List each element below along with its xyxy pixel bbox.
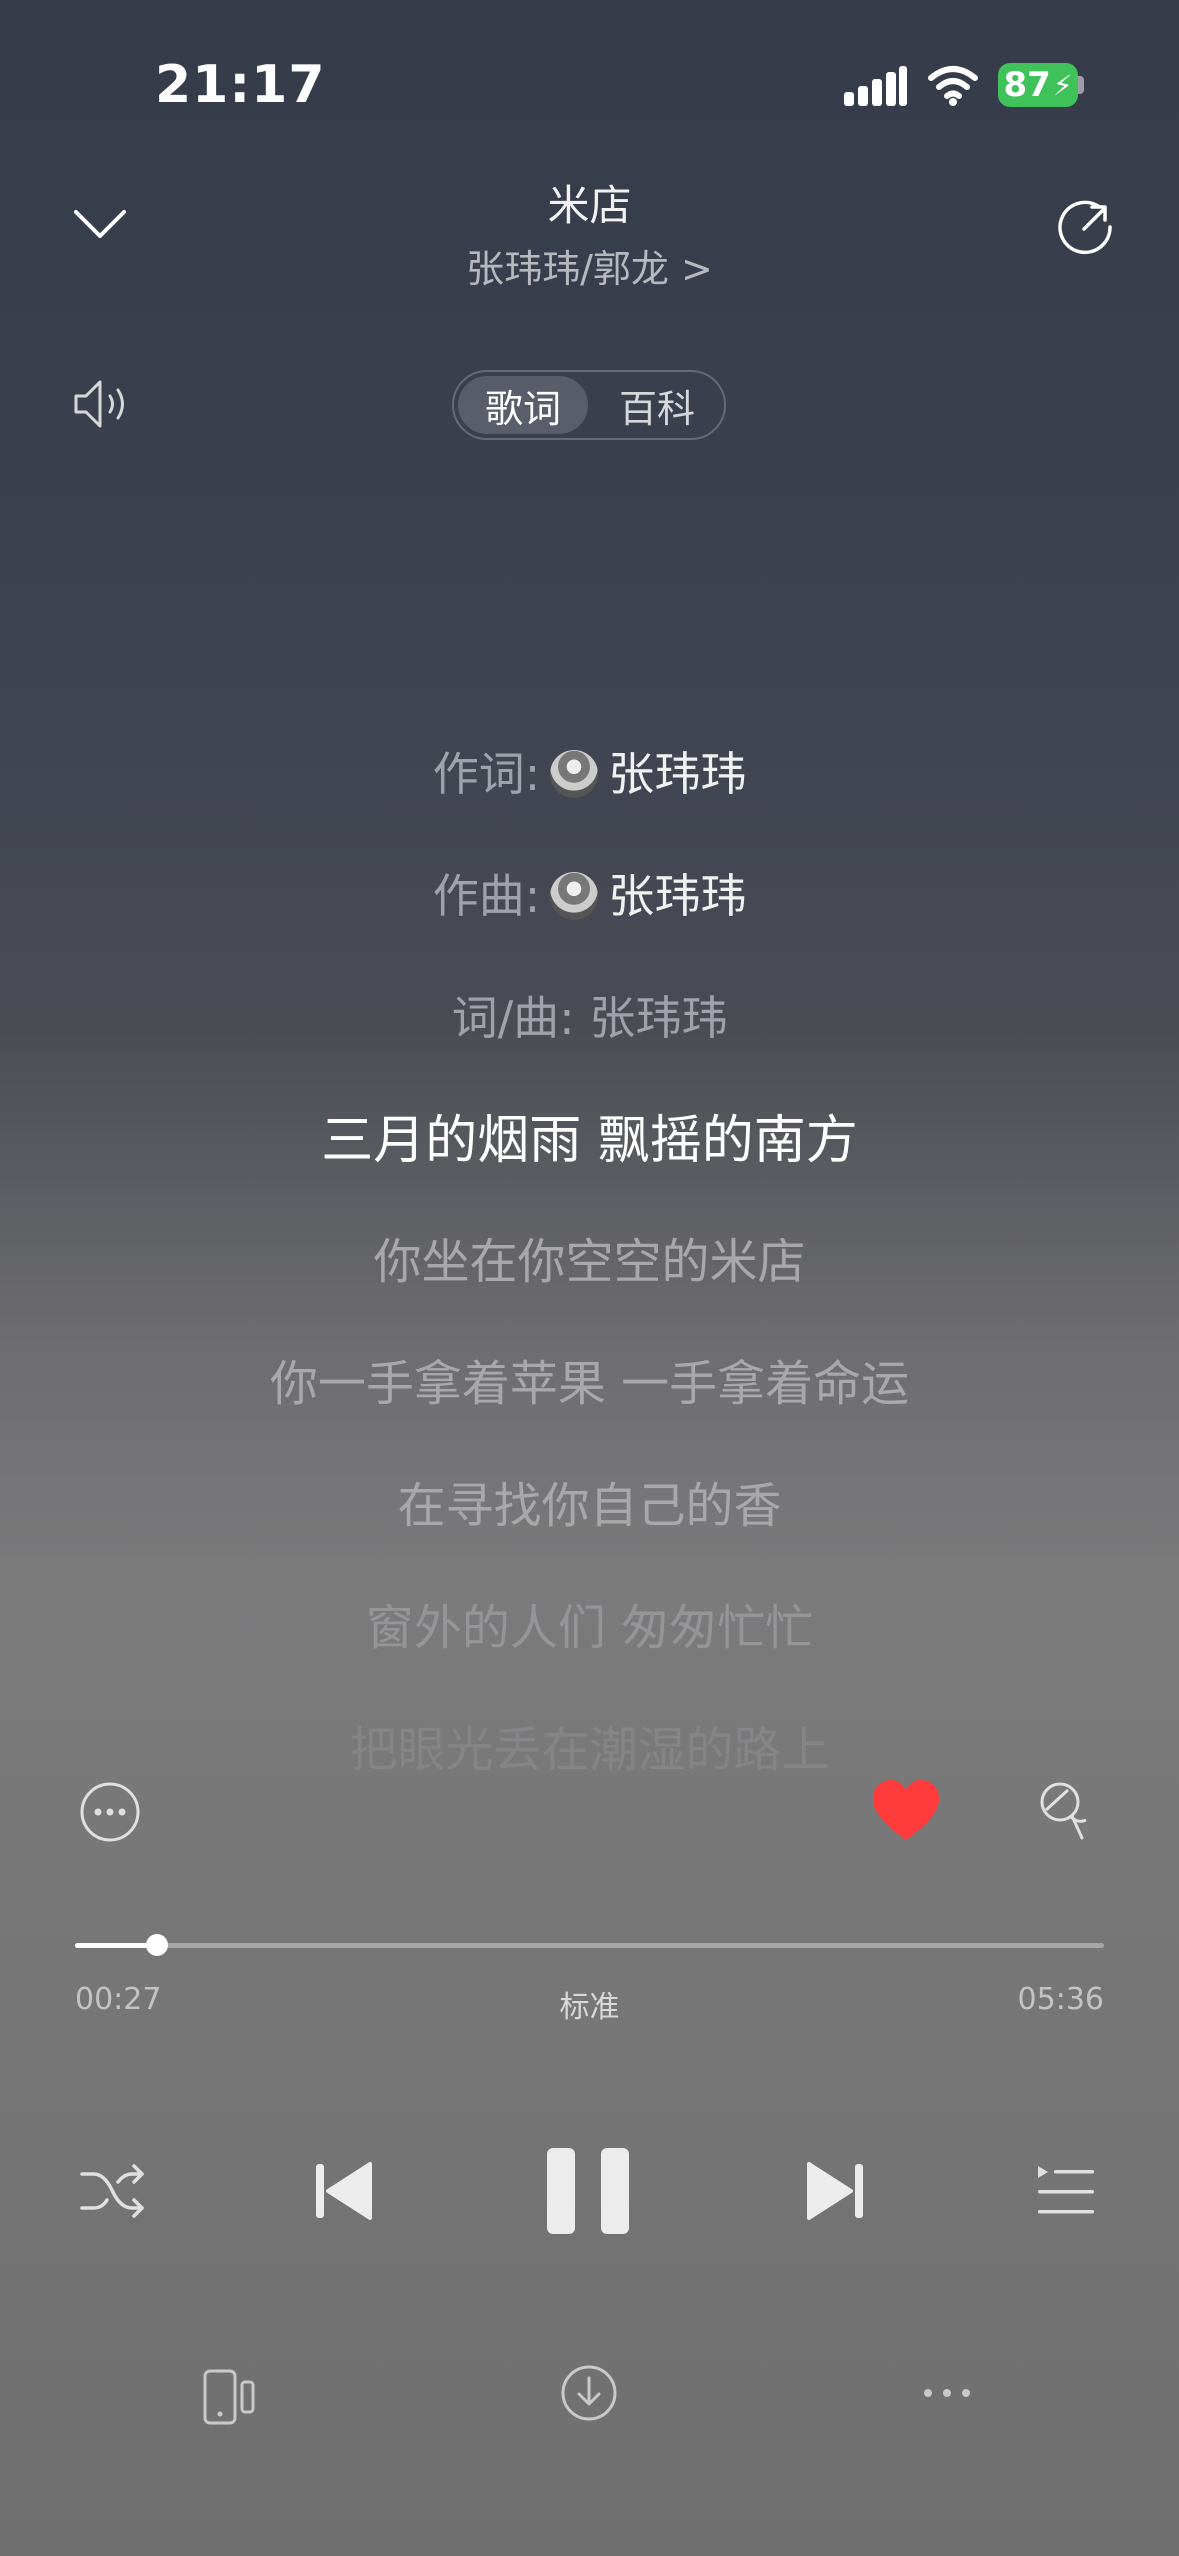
lyric-line[interactable]: 你一手拿着苹果 一手拿着命运	[0, 1344, 1179, 1414]
device-icon[interactable]	[202, 2368, 256, 2426]
next-icon[interactable]	[805, 2158, 867, 2224]
cellular-signal-icon	[844, 66, 907, 106]
more-circle-icon[interactable]	[80, 1782, 140, 1842]
lyric-line[interactable]: 你坐在你空空的米店	[0, 1222, 1179, 1292]
progress-fill	[75, 1943, 157, 1948]
heart-icon[interactable]	[871, 1778, 941, 1844]
lyricist-name[interactable]: 张玮玮	[608, 747, 746, 801]
credit-composer: 作曲: 张玮玮	[432, 869, 747, 923]
more-horizontal-icon[interactable]	[922, 2386, 972, 2400]
credit-lyricist: 作词: 张玮玮	[432, 747, 747, 801]
volume-icon[interactable]	[72, 376, 134, 432]
share-icon[interactable]	[1054, 196, 1116, 258]
quality-toggle[interactable]: 标准	[0, 1982, 1179, 2026]
progress-thumb[interactable]	[146, 1934, 168, 1956]
composer-name[interactable]: 张玮玮	[608, 869, 746, 923]
song-title: 米店	[547, 181, 632, 230]
tab-encyclopedia[interactable]: 百科	[596, 376, 718, 434]
mic-icon[interactable]	[1034, 1780, 1090, 1844]
playlist-icon[interactable]	[1036, 2162, 1096, 2220]
lyric-line[interactable]: 把眼光丢在潮湿的路上	[0, 1710, 1179, 1780]
credit-words-music: 词/曲: 张玮玮	[451, 991, 728, 1045]
tab-lyrics[interactable]: 歌词	[458, 376, 588, 434]
artist-link[interactable]: 张玮玮/郭龙 >	[0, 238, 1179, 293]
avatar[interactable]	[550, 750, 599, 798]
lyric-line[interactable]: 在寻找你自己的香	[0, 1466, 1179, 1536]
battery-indicator: 87 ⚡	[998, 63, 1078, 107]
pause-icon[interactable]	[545, 2146, 631, 2236]
download-icon[interactable]	[560, 2364, 618, 2422]
shuffle-icon[interactable]	[80, 2160, 146, 2222]
lyric-line-current[interactable]: 三月的烟雨 飘摇的南方	[0, 1098, 1179, 1173]
wifi-icon	[928, 66, 978, 106]
battery-cap	[1078, 76, 1084, 94]
lyric-line[interactable]: 窗外的人们 匆匆忙忙	[0, 1588, 1179, 1658]
progress-track[interactable]	[75, 1943, 1104, 1948]
total-time: 05:36	[1017, 1982, 1104, 2017]
avatar[interactable]	[550, 872, 599, 920]
previous-icon[interactable]	[312, 2158, 374, 2224]
status-time: 21:17	[155, 55, 326, 115]
